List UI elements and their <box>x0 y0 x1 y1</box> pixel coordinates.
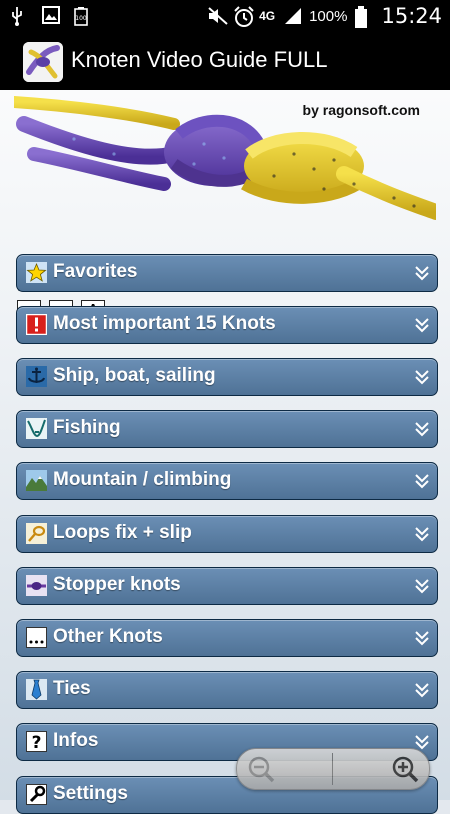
chevron-down-icon <box>414 629 430 647</box>
chevron-down-icon <box>414 264 430 282</box>
alarm-icon <box>233 6 254 27</box>
menu-item-fishing[interactable]: Fishing <box>16 410 438 448</box>
menu-label: Infos <box>53 730 99 751</box>
menu-label: Ship, boat, sailing <box>53 365 216 386</box>
menu-label: Mountain / climbing <box>53 469 232 490</box>
stopper-icon <box>26 575 47 596</box>
battery-icon <box>355 6 373 28</box>
menu-label: Most important 15 Knots <box>53 313 276 334</box>
menu-label: Other Knots <box>53 626 163 647</box>
clock: 15:24 <box>381 4 442 28</box>
chevron-down-icon <box>414 681 430 699</box>
tie-icon <box>26 679 47 700</box>
menu-item-ship-boat-sailing[interactable]: Ship, boat, sailing <box>16 358 438 396</box>
menu-item-stopper-knots[interactable]: Stopper knots <box>16 567 438 605</box>
zoom-out-icon[interactable] <box>247 755 275 783</box>
usb-icon <box>10 6 28 26</box>
network-type: 4G <box>259 9 276 23</box>
menu-item-other-knots[interactable]: Other Knots <box>16 619 438 657</box>
menu-label: Settings <box>53 783 128 804</box>
question-icon: ? <box>26 731 47 753</box>
ellipsis-icon <box>26 627 47 648</box>
exclamation-icon <box>25 313 48 336</box>
mountain-icon <box>26 470 47 491</box>
chevron-down-icon <box>414 316 430 334</box>
wrench-icon <box>26 784 47 805</box>
menu-item-ties[interactable]: Ties <box>16 671 438 709</box>
svg-text:?: ? <box>32 733 42 752</box>
zoom-in-icon[interactable] <box>391 755 419 783</box>
chevron-down-icon <box>414 577 430 595</box>
knot-app-icon[interactable] <box>23 42 63 82</box>
status-bar: 100 4G 100% 15:24 <box>0 0 450 33</box>
mute-icon <box>207 6 228 26</box>
menu-label: Stopper knots <box>53 574 181 595</box>
menu-item-mountain-climbing[interactable]: Mountain / climbing <box>16 462 438 500</box>
menu-label: Loops fix + slip <box>53 522 192 543</box>
menu-label: Favorites <box>53 261 138 282</box>
menu-label: Fishing <box>53 417 121 438</box>
image-icon <box>42 6 60 26</box>
app-title: Knoten Video Guide FULL <box>71 47 328 72</box>
signal-icon <box>283 6 302 26</box>
chevron-down-icon <box>414 525 430 543</box>
anchor-icon <box>26 366 47 387</box>
chevron-down-icon <box>414 420 430 438</box>
menu-item-loops[interactable]: Loops fix + slip <box>16 515 438 553</box>
knot-banner-image: by ragonsoft.com <box>8 94 444 222</box>
menu-label: Ties <box>53 678 91 699</box>
svg-text:100: 100 <box>75 15 87 22</box>
zoom-divider <box>332 753 333 785</box>
chevron-down-icon <box>414 472 430 490</box>
byline: by ragonsoft.com <box>302 102 420 118</box>
loop-icon <box>26 523 47 544</box>
chevron-down-icon <box>414 368 430 386</box>
zoom-control <box>236 748 430 790</box>
fishing-icon <box>26 418 47 439</box>
menu-item-most-important[interactable]: Most important 15 Knots <box>16 306 438 344</box>
battery-percent: 100% <box>309 7 348 25</box>
main-content: by ragonsoft.com Font size: A A A Favori… <box>0 90 450 814</box>
star-icon <box>26 262 47 283</box>
menu-item-favorites[interactable]: Favorites <box>16 254 438 292</box>
action-bar: Knoten Video Guide FULL <box>0 33 450 90</box>
battery-saver-icon: 100 <box>74 6 92 26</box>
